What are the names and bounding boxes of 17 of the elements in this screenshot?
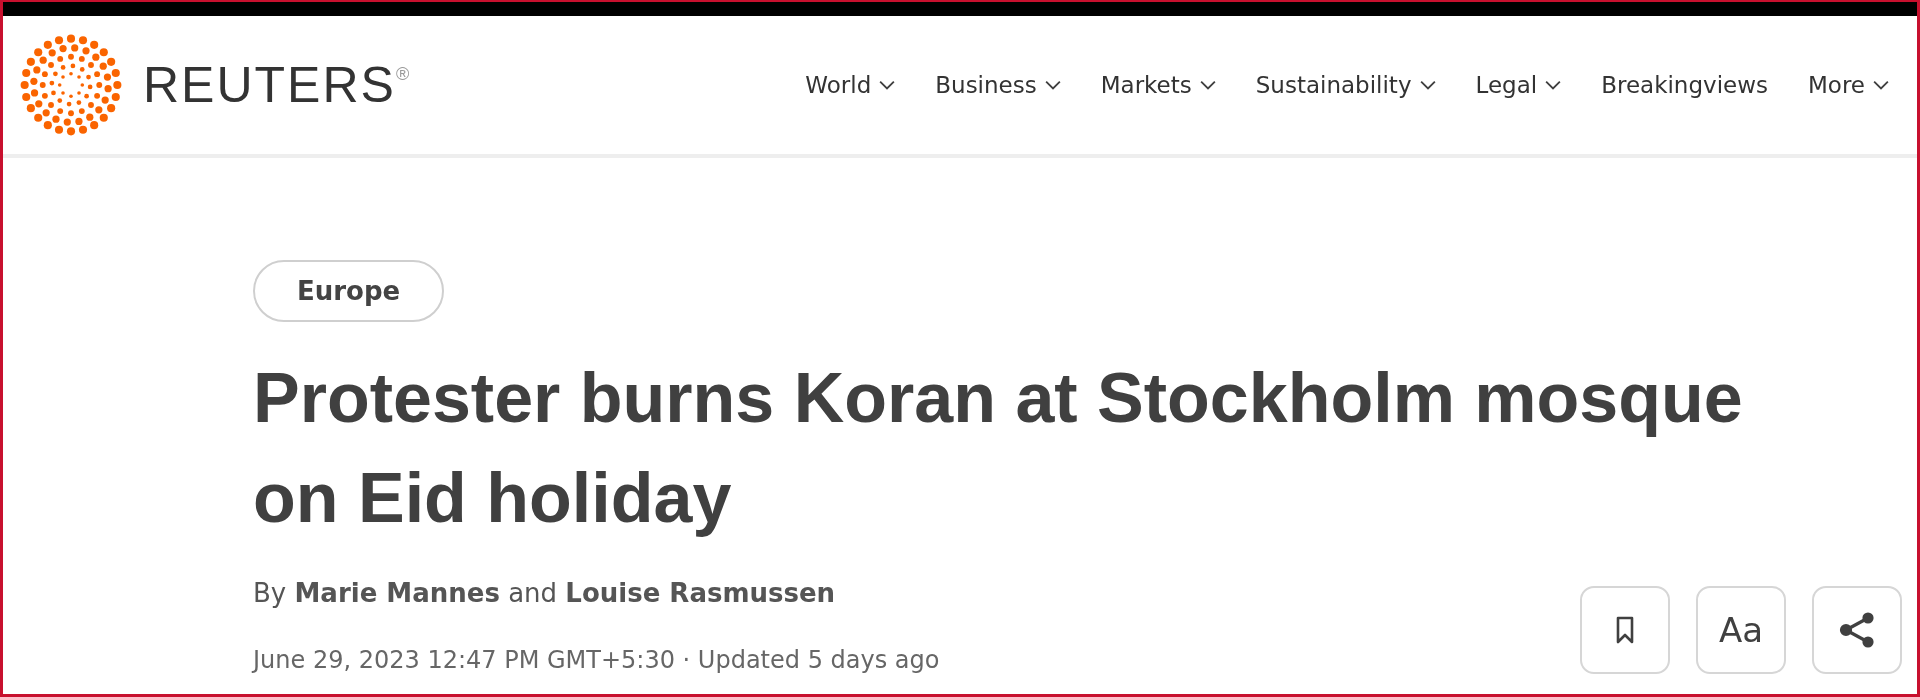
headline: Protester burns Koran at Stockholm mosque on Eid holiday [253, 358, 1744, 539]
nav-link[interactable]: More [1807, 72, 1889, 98]
share-button[interactable] [1812, 586, 1902, 674]
dateline: June 29, 2023 12:47 PM GMT+5:30 · Updated 5 days ago [253, 646, 940, 674]
bookmark-button[interactable] [1580, 586, 1670, 674]
text-size-button[interactable]: Aa [1696, 586, 1786, 674]
bookmark-icon [1615, 616, 1635, 644]
nav-link[interactable]: Business [935, 72, 1061, 98]
byline: By Marie Mannes and Louise Rasmussen [253, 578, 837, 608]
section-tag[interactable]: Europe [253, 260, 445, 322]
nav-link[interactable]: Markets [1100, 72, 1216, 98]
logo-icon[interactable] [19, 33, 123, 137]
nav-link[interactable]: Breakingviews [1601, 72, 1768, 98]
nav-link[interactable]: Legal [1475, 72, 1562, 98]
nav-link[interactable]: World [805, 72, 896, 98]
nav-link[interactable]: Sustainability [1255, 72, 1436, 98]
brand-wordmark[interactable]: REUTERS$^{®}$ [143, 56, 412, 114]
